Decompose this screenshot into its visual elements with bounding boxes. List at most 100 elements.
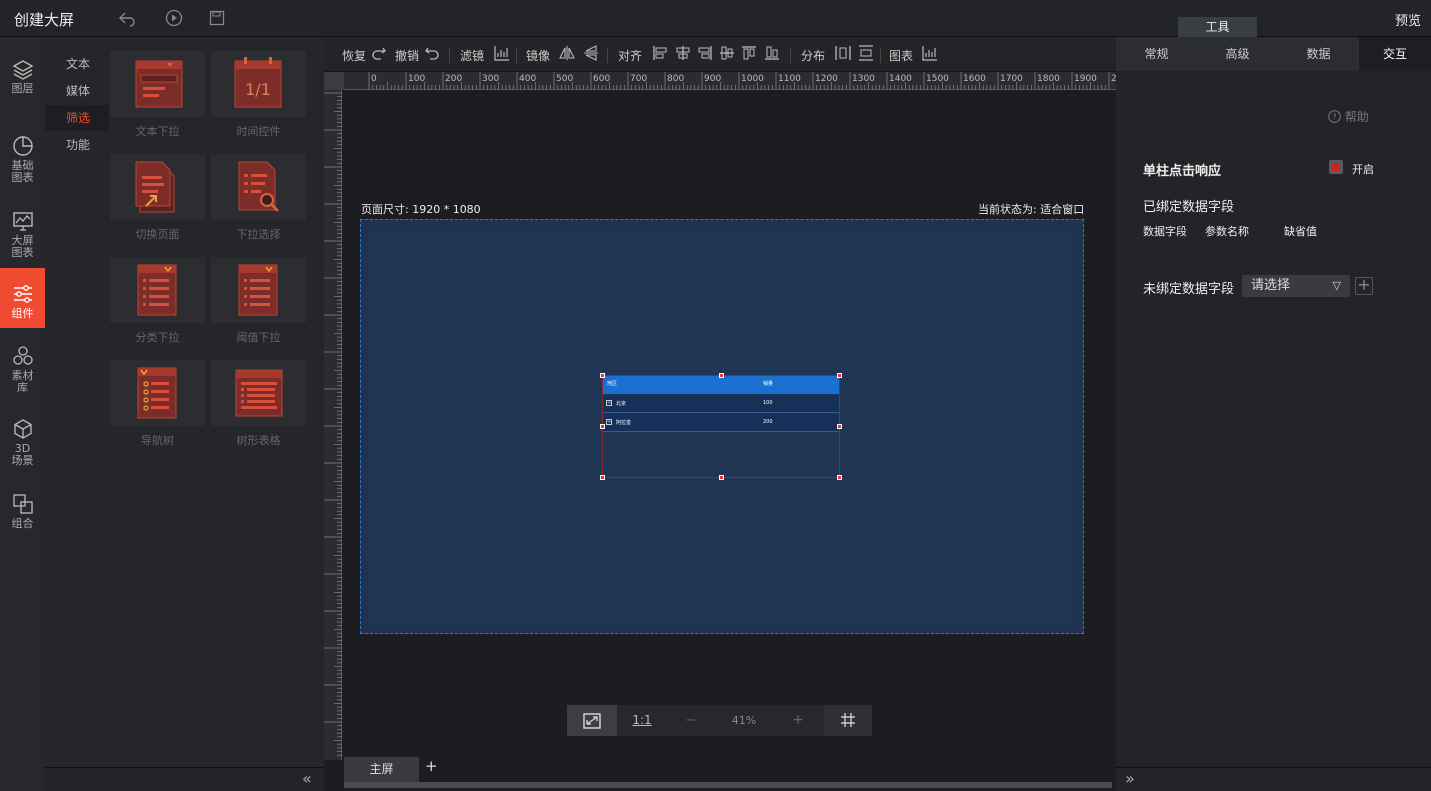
distribute-vertical-icon[interactable] <box>858 45 874 65</box>
nav-item-components[interactable]: 组件 <box>0 268 45 328</box>
resize-handle[interactable] <box>600 475 605 480</box>
component-thumb <box>110 360 205 426</box>
ruler-tick-label: 1700 <box>1000 74 1023 84</box>
collapse-left-icon[interactable]: « <box>302 769 312 788</box>
nav-item-label: 大屏图表 <box>11 234 34 259</box>
resize-handle[interactable] <box>719 373 724 378</box>
component-time-control[interactable]: 1/1 时间控件 <box>211 37 306 138</box>
add-field-button[interactable]: + <box>1355 277 1373 295</box>
collapse-right-icon[interactable]: » <box>1125 769 1135 788</box>
unbound-fields-label: 未绑定数据字段 <box>1143 282 1235 297</box>
filter-chart-icon[interactable] <box>494 45 510 65</box>
single-click-label: 单柱点击响应 <box>1143 164 1222 179</box>
play-icon[interactable] <box>165 9 183 31</box>
component-threshold-dropdown[interactable]: 阈值下拉 <box>211 243 306 344</box>
category-media[interactable]: 媒体 <box>45 78 109 104</box>
flip-horizontal-icon[interactable] <box>559 45 575 65</box>
table-row[interactable]: + 阿拉善 200 <box>603 414 839 432</box>
nav-item-screen-charts[interactable]: 大屏图表 <box>0 210 45 262</box>
nav-item-label: 素材库 <box>11 369 34 394</box>
align-top-icon[interactable] <box>741 45 757 65</box>
align-left-icon[interactable] <box>652 45 668 65</box>
component-label: 切换页面 <box>135 228 180 241</box>
expand-icon[interactable]: + <box>606 400 612 406</box>
zoom-in-button[interactable]: + <box>773 705 823 736</box>
chart-icon[interactable] <box>922 45 938 65</box>
undo-button[interactable]: 撤销 <box>395 47 419 64</box>
redo-icon[interactable] <box>371 45 387 65</box>
redo-button[interactable]: 恢复 <box>342 47 366 64</box>
component-tree-table[interactable]: 树形表格 <box>211 346 306 447</box>
resize-handle[interactable] <box>719 475 724 480</box>
table-cell: 100 <box>763 400 773 406</box>
expand-icon[interactable]: + <box>606 419 612 425</box>
undo-icon[interactable] <box>424 45 440 65</box>
field-select[interactable]: 请选择 ▽ <box>1242 275 1350 297</box>
add-screen-button[interactable]: + <box>425 757 438 775</box>
resize-handle[interactable] <box>600 373 605 378</box>
align-bottom-icon[interactable] <box>764 45 780 65</box>
category-function[interactable]: 功能 <box>45 132 109 158</box>
ruler-tick-label: 500 <box>556 74 573 84</box>
bound-fields-label: 已绑定数据字段 <box>1143 200 1235 215</box>
category-text[interactable]: 文本 <box>45 51 109 77</box>
help-link[interactable]: ? 帮助 <box>1328 108 1369 125</box>
nav-item-layers[interactable]: 图层 <box>0 58 45 98</box>
horizontal-scrollbar[interactable] <box>344 782 1112 788</box>
screen-tab-main[interactable]: 主屏 <box>344 757 419 782</box>
sliders-icon <box>13 285 32 303</box>
tool-tab[interactable]: 工具 <box>1178 17 1257 37</box>
right-panel-footer <box>1116 767 1431 791</box>
nav-item-group[interactable]: 组合 <box>0 493 45 533</box>
tab-data[interactable]: 数据 <box>1279 37 1358 71</box>
table-cell: 北京 <box>616 401 627 407</box>
component-page-switch[interactable]: 切换页面 <box>110 140 205 241</box>
tree-table-widget[interactable]: 地区 销量 + 北京 100 + 阿拉善 200 <box>600 373 842 480</box>
column-default-value: 缺省值 <box>1284 225 1317 238</box>
resize-handle[interactable] <box>837 373 842 378</box>
page-switch-icon <box>135 161 175 213</box>
distribute-button[interactable]: 分布 <box>801 47 825 64</box>
single-click-toggle[interactable] <box>1329 160 1343 174</box>
component-label: 下拉选择 <box>236 228 281 241</box>
align-middle-icon[interactable] <box>719 45 735 65</box>
grid-toggle-button[interactable] <box>824 705 872 736</box>
table-row[interactable]: + 北京 100 <box>603 395 839 413</box>
back-icon[interactable] <box>118 9 136 31</box>
actual-size-button[interactable]: 1:1 <box>617 705 667 736</box>
save-icon[interactable] <box>209 10 225 30</box>
align-right-icon[interactable] <box>697 45 713 65</box>
distribute-horizontal-icon[interactable] <box>835 45 851 65</box>
mirror-button[interactable]: 镜像 <box>526 47 550 64</box>
tab-general[interactable]: 常规 <box>1117 37 1196 71</box>
resize-handle[interactable] <box>600 424 605 429</box>
nav-item-basic-charts[interactable]: 基础图表 <box>0 135 45 187</box>
chart-button[interactable]: 图表 <box>889 47 913 64</box>
align-button[interactable]: 对齐 <box>618 47 642 64</box>
toolbar-divider <box>516 48 517 63</box>
fit-window-button[interactable] <box>567 705 617 736</box>
ruler-tick-label: 1400 <box>889 74 912 84</box>
tab-advanced[interactable]: 高级 <box>1198 37 1277 71</box>
preview-button[interactable]: 预览 <box>1395 10 1421 29</box>
nav-item-assets[interactable]: 素材库 <box>0 345 45 397</box>
cube-icon <box>13 419 32 439</box>
resize-handle[interactable] <box>837 424 842 429</box>
nav-item-3d-scene[interactable]: 3D场景 <box>0 418 45 470</box>
ruler-horizontal: 0 100 200 300 400 500 600 700 800 900 1000 1100 1200… <box>344 72 1123 90</box>
component-category-dropdown[interactable]: 分类下拉 <box>110 243 205 344</box>
category-filter[interactable]: 筛选 <box>45 105 109 131</box>
flip-vertical-icon[interactable] <box>583 45 599 65</box>
filter-button[interactable]: 滤镜 <box>460 47 484 64</box>
property-tabs: 常规 高级 数据 交互 <box>1116 37 1431 71</box>
threshold-dropdown-icon <box>238 264 278 316</box>
component-dropdown-select[interactable]: 下拉选择 <box>211 140 306 241</box>
column-data-field: 数据字段 <box>1143 225 1187 238</box>
component-nav-tree[interactable]: 导航树 <box>110 346 205 447</box>
tab-interaction[interactable]: 交互 <box>1359 37 1431 71</box>
component-thumb <box>211 154 306 220</box>
component-text-dropdown[interactable]: 文本下拉 <box>110 37 205 138</box>
align-center-icon[interactable] <box>675 45 691 65</box>
zoom-out-button[interactable]: − <box>667 705 715 736</box>
resize-handle[interactable] <box>837 475 842 480</box>
